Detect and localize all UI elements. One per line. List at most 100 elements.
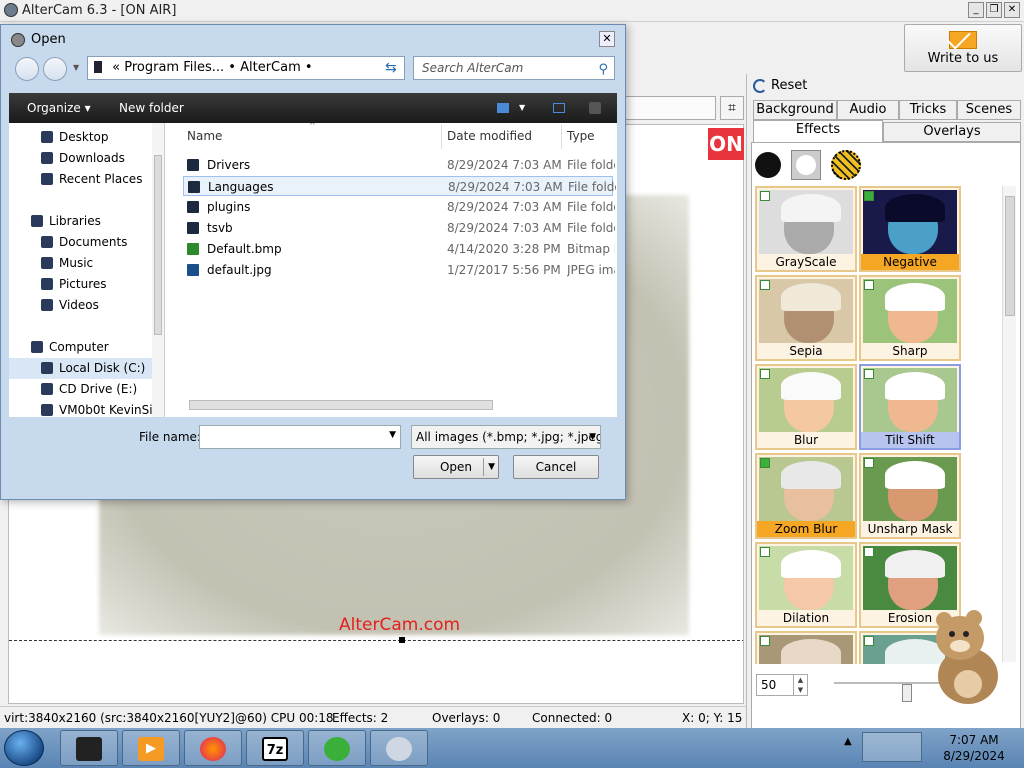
effect-checkbox[interactable] [760, 547, 770, 557]
nav-item[interactable]: Local Disk (C:) [9, 358, 154, 379]
organize-button[interactable]: Organize ▾ [27, 101, 91, 115]
effect-tile[interactable]: Tilt Shift [859, 364, 961, 450]
column-type[interactable]: Type [567, 129, 595, 143]
taskbar-media-center-button[interactable] [308, 730, 366, 766]
tab-audio[interactable]: Audio [837, 100, 899, 120]
taskbar-7zip-button[interactable]: 7z [246, 730, 304, 766]
overlay-resize-handle[interactable] [399, 637, 405, 643]
effect-tile[interactable]: Zoom Blur [755, 453, 857, 539]
forward-button[interactable] [43, 57, 67, 81]
maximize-button[interactable]: ❐ [986, 2, 1002, 18]
tab-effects[interactable]: Effects [753, 120, 883, 142]
file-name-dropdown-icon[interactable]: ▼ [389, 430, 396, 440]
tray-altercam-icon[interactable] [862, 732, 922, 762]
effect-checkbox[interactable] [864, 636, 874, 646]
spin-arrows-icon[interactable]: ▲ ▼ [793, 675, 807, 695]
write-to-us-button[interactable]: Write to us [904, 24, 1022, 72]
black-circle-mask-icon[interactable] [755, 152, 781, 178]
file-row[interactable]: Languages 8/29/2024 7:03 AM File folde [183, 176, 616, 196]
system-clock[interactable]: 7:07 AM 8/29/2024 [934, 732, 1014, 764]
effect-tile[interactable] [755, 631, 857, 664]
file-row[interactable]: plugins 8/29/2024 7:03 AM File folde [183, 197, 615, 217]
taskbar-webcam-button[interactable] [370, 730, 428, 766]
breadcrumb[interactable]: « Program Files... • AlterCam • [87, 56, 405, 80]
file-list-horizontal-scrollbar[interactable] [175, 397, 615, 411]
effects-scrollbar-thumb[interactable] [1005, 196, 1015, 316]
tray-overflow-icon[interactable]: ▲ [844, 736, 852, 747]
tab-scenes[interactable]: Scenes [957, 100, 1021, 120]
minimize-button[interactable]: _ [968, 2, 984, 18]
help-icon[interactable] [589, 102, 601, 114]
effect-checkbox[interactable] [864, 191, 874, 201]
nav-item[interactable]: VM0b0t KevinSite [9, 400, 164, 417]
custom-mask-icon[interactable] [831, 150, 861, 180]
nav-item[interactable]: Downloads [9, 148, 154, 169]
effect-checkbox[interactable] [760, 280, 770, 290]
open-button[interactable]: Open ▼ [413, 455, 499, 479]
nav-item[interactable]: Music [9, 253, 154, 274]
close-button[interactable]: ✕ [1004, 2, 1020, 18]
nav-item[interactable]: Desktop [9, 127, 154, 148]
nav-item[interactable]: Computer [9, 337, 154, 358]
breadcrumb-separator-icon[interactable]: • [228, 60, 240, 75]
white-circle-mask-icon[interactable] [791, 150, 821, 180]
navigation-pane-scrollbar[interactable] [152, 123, 164, 417]
effect-tile[interactable]: Sepia [755, 275, 857, 361]
effect-checkbox[interactable] [864, 369, 874, 379]
breadcrumb-item[interactable]: AlterCam [240, 60, 301, 75]
column-name[interactable]: Name [187, 129, 222, 143]
navigation-pane-scrollbar-thumb[interactable] [154, 155, 162, 335]
search-icon[interactable]: ⚲ [598, 59, 608, 81]
history-dropdown-icon[interactable]: ▼ [73, 63, 79, 72]
effect-checkbox[interactable] [760, 369, 770, 379]
effect-tile[interactable]: Negative [859, 186, 961, 272]
horizontal-scrollbar-thumb[interactable] [189, 400, 493, 410]
file-type-filter[interactable]: All images (*.bmp; *.jpg; *.jpeg; ▼ [411, 425, 601, 449]
crop-button[interactable]: ⌗ [720, 96, 744, 120]
breadcrumb-item[interactable]: Program Files... [124, 60, 224, 75]
effect-tile[interactable]: GrayScale [755, 186, 857, 272]
nav-item[interactable]: Videos [9, 295, 154, 316]
new-folder-button[interactable]: New folder [119, 101, 184, 115]
tab-overlays[interactable]: Overlays [883, 122, 1021, 142]
effect-checkbox[interactable] [760, 458, 770, 468]
intensity-spinbox[interactable]: 50 ▲ ▼ [756, 674, 808, 696]
file-row[interactable]: Drivers 8/29/2024 7:03 AM File folde [183, 155, 615, 175]
effect-checkbox[interactable] [864, 458, 874, 468]
start-button[interactable] [4, 730, 44, 766]
nav-item[interactable]: CD Drive (E:) [9, 379, 154, 400]
taskbar-media-player-button[interactable]: ▶ [122, 730, 180, 766]
filter-dropdown-icon[interactable]: ▼ [589, 426, 596, 448]
search-input[interactable]: Search AlterCam ⚲ [413, 56, 615, 80]
effect-checkbox[interactable] [760, 636, 770, 646]
intensity-slider-thumb[interactable] [902, 684, 912, 702]
taskbar-firefox-button[interactable] [184, 730, 242, 766]
open-dropdown-icon[interactable]: ▼ [488, 456, 495, 478]
nav-item[interactable]: Libraries [9, 211, 154, 232]
back-button[interactable] [15, 57, 39, 81]
view-options-icon[interactable] [497, 103, 509, 113]
tab-background[interactable]: Background [753, 100, 837, 120]
effects-scrollbar[interactable] [1002, 186, 1016, 662]
reset-button[interactable]: Reset [753, 78, 807, 93]
file-row[interactable]: tsvb 8/29/2024 7:03 AM File folde [183, 218, 615, 238]
file-name-input[interactable]: ▼ [199, 425, 401, 449]
breadcrumb-overflow-icon[interactable]: « [112, 60, 120, 75]
effect-checkbox[interactable] [760, 191, 770, 201]
dialog-close-button[interactable]: ✕ [599, 31, 615, 47]
refresh-icon[interactable]: ⇆ [385, 60, 397, 76]
taskbar-altercam-button[interactable] [60, 730, 118, 766]
nav-item[interactable]: Documents [9, 232, 154, 253]
url-bar[interactable] [620, 96, 716, 120]
view-dropdown-icon[interactable]: ▼ [519, 103, 525, 112]
effect-tile[interactable]: Sharp [859, 275, 961, 361]
breadcrumb-separator-icon[interactable]: • [305, 60, 313, 75]
preview-pane-icon[interactable] [553, 103, 565, 113]
file-row[interactable]: default.jpg 1/27/2017 5:56 PM JPEG ima [183, 260, 615, 280]
nav-item[interactable]: Pictures [9, 274, 154, 295]
effect-checkbox[interactable] [864, 280, 874, 290]
nav-item[interactable]: Recent Places [9, 169, 154, 190]
tab-tricks[interactable]: Tricks [899, 100, 957, 120]
effect-tile[interactable]: Blur [755, 364, 857, 450]
effect-checkbox[interactable] [864, 547, 874, 557]
